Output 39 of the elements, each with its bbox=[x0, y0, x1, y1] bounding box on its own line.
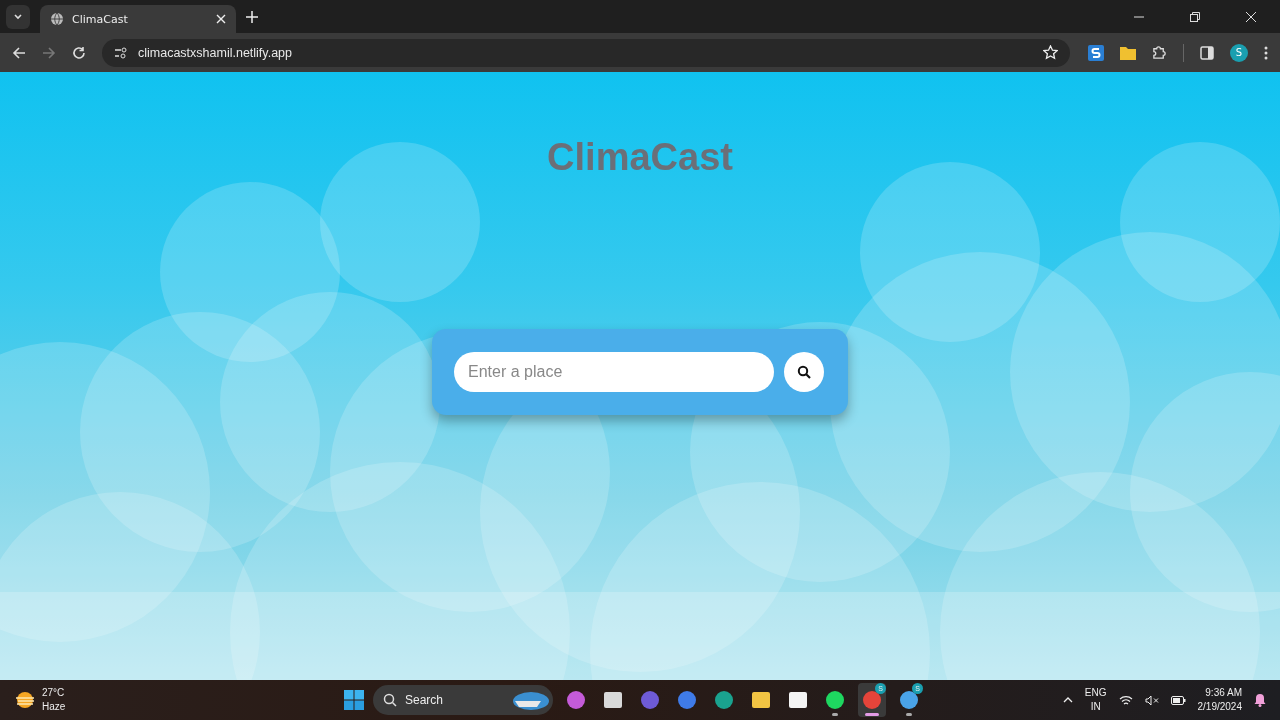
search-icon bbox=[383, 693, 397, 707]
browser-tab[interactable]: ClimaCast bbox=[40, 5, 236, 33]
wifi-icon[interactable] bbox=[1118, 694, 1133, 706]
globe-icon bbox=[50, 12, 64, 26]
haze-sun-icon bbox=[14, 690, 36, 710]
tab-list-button[interactable] bbox=[6, 4, 30, 29]
weather-temperature: 27°C bbox=[42, 686, 65, 700]
extension-icon[interactable] bbox=[1088, 44, 1104, 61]
place-input[interactable]: Enter a place bbox=[454, 352, 774, 392]
address-bar[interactable]: climacastxshamil.netlify.app bbox=[102, 38, 1070, 67]
back-icon[interactable] bbox=[12, 45, 26, 60]
url-text: climacastxshamil.netlify.app bbox=[138, 45, 292, 60]
reload-icon[interactable] bbox=[72, 45, 86, 60]
close-icon[interactable] bbox=[1246, 11, 1256, 22]
chevron-up-icon[interactable] bbox=[1062, 697, 1073, 703]
site-settings-icon[interactable] bbox=[114, 46, 128, 59]
puzzle-icon[interactable] bbox=[1152, 45, 1167, 60]
close-icon[interactable] bbox=[216, 14, 226, 24]
search-placeholder: Search bbox=[405, 693, 444, 707]
search-button[interactable] bbox=[784, 352, 824, 392]
clock[interactable]: 9:36 AM 2/19/2024 bbox=[1197, 686, 1242, 714]
restore-icon[interactable] bbox=[1190, 11, 1200, 22]
app-title: ClimaCast bbox=[547, 136, 733, 179]
language-indicator[interactable]: ENG IN bbox=[1084, 686, 1107, 714]
forward-icon[interactable] bbox=[42, 45, 56, 60]
folder-icon[interactable] bbox=[1120, 45, 1136, 60]
star-icon[interactable] bbox=[1043, 45, 1058, 60]
bell-icon[interactable] bbox=[1254, 693, 1266, 707]
muted-speaker-icon[interactable] bbox=[1144, 694, 1159, 706]
chevron-down-icon bbox=[13, 11, 23, 22]
more-icon[interactable] bbox=[1264, 45, 1268, 60]
side-panel-icon[interactable] bbox=[1200, 45, 1214, 60]
new-tab-icon[interactable] bbox=[246, 10, 258, 23]
tab-title: ClimaCast bbox=[72, 12, 129, 26]
taskbar-search[interactable]: Search bbox=[373, 685, 553, 715]
battery-icon[interactable] bbox=[1170, 695, 1186, 705]
search-icon bbox=[797, 365, 811, 379]
weather-condition: Haze bbox=[42, 700, 66, 714]
start-icon[interactable] bbox=[344, 690, 364, 710]
